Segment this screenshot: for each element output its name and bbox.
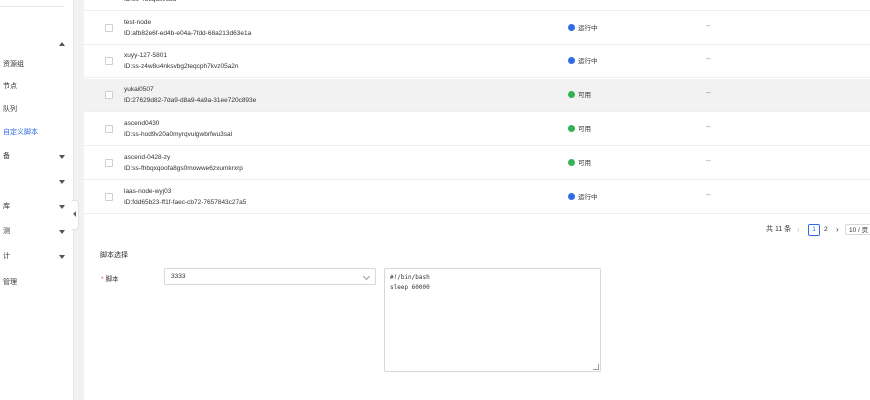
- node-id: ID:27629d82-7da9-d8a9-4a9a-31ee720c893e: [124, 97, 257, 104]
- table-row[interactable]: ID:ss-4u6qusvobu: [84, 0, 870, 11]
- chevron-down-icon: [362, 272, 371, 281]
- sidebar-item-custom-script[interactable]: 自定义脚本: [0, 124, 70, 142]
- chevron-down-icon: [59, 255, 65, 259]
- node-name: test-node: [124, 19, 152, 26]
- sidebar-item-label: 计: [3, 253, 10, 260]
- section-title: 脚本选择: [100, 252, 128, 259]
- row-checkbox[interactable]: [105, 193, 113, 201]
- node-id: ID:fdd65b23-ff1f-faec-cb72-7657843c27a5: [124, 199, 247, 206]
- table-row[interactable]: ascend0430 ID:ss-hod9v20a0myrqvulgwbrfwu…: [84, 113, 870, 146]
- node-name: ascend0430: [124, 120, 160, 127]
- status-badge: 可用: [568, 158, 591, 168]
- resize-handle-icon[interactable]: [593, 364, 599, 370]
- script-select-value: 3333: [171, 273, 186, 280]
- running-status-icon: [568, 192, 575, 200]
- sidebar-item-label: 备: [3, 153, 10, 160]
- sidebar-item-label: 管理: [3, 279, 17, 286]
- check-circle-icon: [568, 90, 575, 98]
- page-size-select[interactable]: 10 / 页: [845, 224, 870, 235]
- sidebar-divider: [0, 6, 64, 7]
- chevron-down-icon: [59, 205, 65, 209]
- sidebar-item-management[interactable]: 管理: [0, 274, 70, 292]
- table-row[interactable]: xuyy-127-5801 ID:ss-z4w8u4nksvbg2teqcph7…: [84, 45, 870, 78]
- node-name: yukai0507: [124, 86, 154, 93]
- sidebar-item-label: 资源组: [3, 61, 24, 68]
- extra-value: --: [706, 124, 711, 131]
- sidebar-item-label: 节点: [3, 83, 17, 90]
- table-row[interactable]: laas-node-wyj03 ID:fdd65b23-ff1f-faec-cb…: [84, 181, 870, 214]
- chevron-down-icon: [59, 155, 65, 159]
- status-badge: 运行中: [568, 56, 598, 66]
- node-name: ascend-0428-zy: [124, 154, 171, 161]
- row-checkbox[interactable]: [105, 91, 113, 99]
- table-row[interactable]: test-node ID:afb82e6f-ed4b-e04a-7fdd-68a…: [84, 12, 870, 45]
- node-id: ID:ss-fhbqxqoofa8gs0mowwe6zxumkrxrp: [124, 165, 243, 172]
- script-field-label: * 脚本: [101, 276, 119, 283]
- status-badge: 运行中: [568, 23, 598, 33]
- pagination-prev-icon[interactable]: ‹: [797, 224, 800, 236]
- node-id: ID:afb82e6f-ed4b-e04a-7fdd-68a213d63e1a: [124, 30, 252, 37]
- node-id: ID:ss-4u6qusvobu: [124, 0, 176, 3]
- node-name: laas-node-wyj03: [124, 188, 172, 195]
- sidebar-item-nodes[interactable]: 节点: [0, 78, 70, 96]
- row-checkbox[interactable]: [105, 24, 113, 32]
- sidebar-item-label: 队列: [3, 106, 17, 113]
- extra-value: --: [706, 90, 711, 97]
- sidebar-item-label: 测: [3, 228, 10, 235]
- pagination-total: 共 11 条: [766, 226, 792, 233]
- node-name: xuyy-127-5801: [124, 52, 167, 59]
- chevron-up-icon: [59, 42, 65, 46]
- sidebar-item-label: 库: [3, 203, 10, 210]
- chevron-left-icon: [73, 211, 76, 217]
- row-checkbox[interactable]: [105, 125, 113, 133]
- node-id: ID:ss-hod9v20a0myrqvulgwbrfwu3sal: [124, 131, 233, 138]
- pagination-page-1[interactable]: 1: [808, 224, 820, 236]
- sidebar-collapse-button[interactable]: [72, 200, 79, 230]
- node-id: ID:ss-z4w8u4nksvbg2teqcph7kvz05a2n: [124, 63, 239, 70]
- sidebar-item-resource-group[interactable]: 资源组: [0, 56, 70, 74]
- sidebar: 资源组 节点 队列 自定义脚本 备 库 测 计 管理: [0, 0, 74, 400]
- status-badge: 可用: [568, 90, 591, 100]
- pagination-next-icon[interactable]: ›: [836, 224, 839, 236]
- main-content: ID:ss-4u6qusvobu test-node ID:afb82e6f-e…: [84, 0, 870, 400]
- script-select[interactable]: 3333: [164, 268, 376, 285]
- row-checkbox[interactable]: [105, 159, 113, 167]
- table-row[interactable]: ascend-0428-zy ID:ss-fhbqxqoofa8gs0mowwe…: [84, 147, 870, 180]
- status-badge: 运行中: [568, 192, 598, 202]
- sidebar-item-library[interactable]: 库: [0, 198, 70, 216]
- sidebar-group-header[interactable]: [0, 36, 70, 54]
- pagination-page-2[interactable]: 2: [824, 224, 828, 236]
- sidebar-item-group[interactable]: [0, 173, 70, 191]
- chevron-down-icon: [59, 180, 65, 184]
- running-status-icon: [568, 23, 575, 31]
- required-mark: *: [101, 276, 104, 283]
- status-badge: 可用: [568, 124, 591, 134]
- sidebar-item-stats[interactable]: 计: [0, 248, 70, 266]
- table-row[interactable]: yukai0507 ID:27629d82-7da9-d8a9-4a9a-31e…: [84, 79, 870, 112]
- check-circle-icon: [568, 124, 575, 132]
- row-checkbox[interactable]: [105, 57, 113, 65]
- check-circle-icon: [568, 158, 575, 166]
- extra-value: --: [706, 23, 711, 30]
- extra-value: --: [706, 56, 711, 63]
- sidebar-item-label: 自定义脚本: [3, 129, 38, 136]
- sidebar-item-queue[interactable]: 队列: [0, 101, 70, 119]
- extra-value: --: [706, 158, 711, 165]
- chevron-down-icon: [59, 230, 65, 234]
- sidebar-item-backup[interactable]: 备: [0, 148, 70, 166]
- extra-value: --: [706, 192, 711, 199]
- running-status-icon: [568, 56, 575, 64]
- script-content-textarea[interactable]: #!/bin/bash sleep 60000: [384, 268, 601, 372]
- sidebar-item-test[interactable]: 测: [0, 223, 70, 241]
